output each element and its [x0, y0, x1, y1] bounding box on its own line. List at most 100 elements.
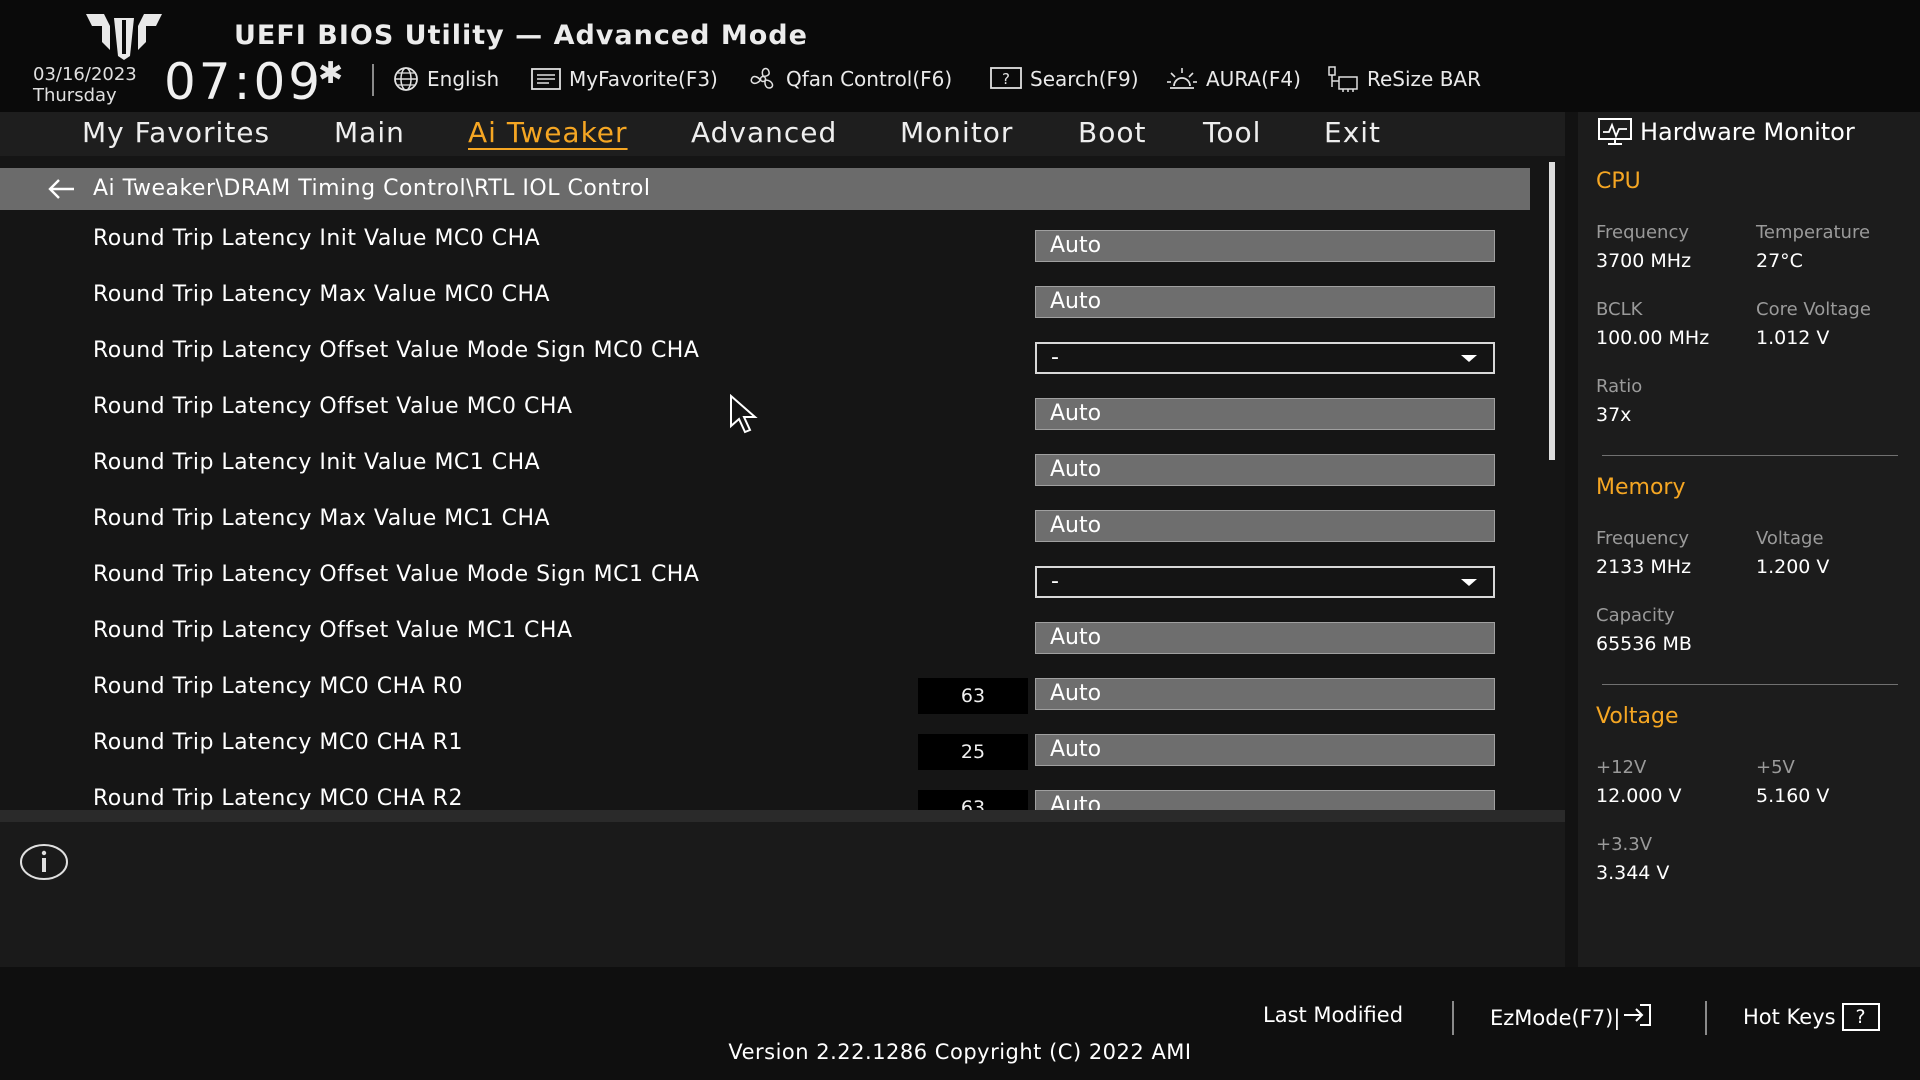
qfan-control-button[interactable]: Qfan Control(F6) — [748, 64, 952, 94]
current-value-display: 25 — [918, 734, 1028, 770]
back-arrow-icon[interactable] — [46, 176, 76, 202]
memory-capacity-label: Capacity — [1596, 605, 1675, 626]
resize-bar-label: ReSize BAR — [1367, 67, 1482, 91]
v33-value: 3.344 V — [1596, 862, 1670, 884]
setting-row[interactable]: Round Trip Latency Max Value MC0 CHA Aut… — [0, 282, 1540, 338]
v12-value: 12.000 V — [1596, 785, 1682, 807]
setting-value-field[interactable]: Auto — [1035, 678, 1495, 710]
tab-main[interactable]: Main — [334, 116, 405, 149]
setting-row[interactable]: Round Trip Latency Init Value MC1 CHA Au… — [0, 450, 1540, 506]
setting-value-field[interactable]: Auto — [1035, 734, 1495, 766]
memory-capacity-value: 65536 MB — [1596, 633, 1692, 655]
hardware-monitor-header: Hardware Monitor — [1598, 118, 1855, 146]
memory-frequency-value: 2133 MHz — [1596, 556, 1692, 578]
last-modified-button[interactable]: Last Modified — [1263, 1003, 1403, 1027]
memory-voltage-label: Voltage — [1756, 528, 1824, 549]
ratio-value: 37x — [1596, 404, 1632, 426]
setting-label: Round Trip Latency MC0 CHA R1 — [93, 730, 463, 755]
hot-keys-label: Hot Keys — [1743, 1005, 1836, 1029]
cpu-temperature-label: Temperature — [1756, 222, 1871, 243]
version-text: Version 2.22.1286 Copyright (C) 2022 AMI — [728, 1040, 1192, 1064]
setting-value-field[interactable]: Auto — [1035, 790, 1495, 810]
tab-boot[interactable]: Boot — [1078, 116, 1146, 149]
tab-tool[interactable]: Tool — [1203, 116, 1261, 149]
tab-exit[interactable]: Exit — [1324, 116, 1381, 149]
tuf-logo-icon — [86, 14, 162, 60]
memory-voltage-value: 1.200 V — [1756, 556, 1830, 578]
section-divider — [1602, 455, 1898, 456]
setting-label: Round Trip Latency Max Value MC0 CHA — [93, 282, 551, 307]
tab-my-favorites[interactable]: My Favorites — [82, 116, 270, 149]
scrollbar[interactable] — [1549, 162, 1555, 460]
setting-label: Round Trip Latency Offset Value MC1 CHA — [93, 618, 573, 643]
setting-value-field[interactable]: Auto — [1035, 454, 1495, 486]
setting-row[interactable]: Round Trip Latency MC0 CHA R2 63 Auto — [0, 786, 1540, 810]
setting-dropdown[interactable]: - — [1035, 342, 1495, 374]
setting-label: Round Trip Latency Offset Value Mode Sig… — [93, 338, 700, 363]
memory-section-title: Memory — [1596, 475, 1686, 500]
tab-advanced[interactable]: Advanced — [691, 116, 837, 149]
search-label: Search(F9) — [1030, 67, 1139, 91]
hardware-monitor-panel: Hardware Monitor CPU Frequency 3700 MHz … — [1578, 112, 1920, 967]
settings-panel: Ai Tweaker\DRAM Timing Control\RTL IOL C… — [0, 156, 1565, 810]
breadcrumb-bar[interactable]: Ai Tweaker\DRAM Timing Control\RTL IOL C… — [0, 168, 1530, 210]
bclk-value: 100.00 MHz — [1596, 327, 1710, 349]
cpu-frequency-value: 3700 MHz — [1596, 250, 1692, 272]
exit-arrow-icon — [1622, 1003, 1652, 1032]
setting-label: Round Trip Latency Max Value MC1 CHA — [93, 506, 551, 531]
setting-label: Round Trip Latency Offset Value MC0 CHA — [93, 394, 573, 419]
setting-row[interactable]: Round Trip Latency Max Value MC1 CHA Aut… — [0, 506, 1540, 562]
setting-row[interactable]: Round Trip Latency Offset Value MC0 CHA … — [0, 394, 1540, 450]
setting-row[interactable]: Round Trip Latency Offset Value Mode Sig… — [0, 338, 1540, 394]
info-icon — [20, 844, 68, 880]
footer-divider — [1705, 1001, 1707, 1035]
setting-row[interactable]: Round Trip Latency Offset Value MC1 CHA … — [0, 618, 1540, 674]
caret-down-icon — [1461, 579, 1477, 586]
search-button[interactable]: ? Search(F9) — [990, 64, 1139, 94]
dropdown-value: - — [1051, 569, 1059, 594]
footer: Last Modified EzMode(F7)| Hot Keys ? Ver… — [0, 967, 1920, 1080]
aura-button[interactable]: AURA(F4) — [1166, 64, 1301, 94]
setting-row[interactable]: Round Trip Latency MC0 CHA R0 63 Auto — [0, 674, 1540, 730]
setting-label: Round Trip Latency MC0 CHA R0 — [93, 674, 463, 699]
current-value-display: 63 — [918, 790, 1028, 810]
ezmode-button[interactable]: EzMode(F7)| — [1490, 1003, 1652, 1032]
tab-ai-tweaker[interactable]: Ai Tweaker — [468, 116, 628, 149]
resize-bar-icon — [1327, 65, 1359, 93]
help-key-icon: ? — [1841, 1003, 1880, 1031]
help-info-panel — [0, 822, 1565, 967]
v5-value: 5.160 V — [1756, 785, 1830, 807]
setting-value-field[interactable]: Auto — [1035, 398, 1495, 430]
help-search-icon: ? — [990, 67, 1022, 91]
setting-value-field[interactable]: Auto — [1035, 510, 1495, 542]
v12-label: +12V — [1596, 757, 1647, 778]
info-divider — [0, 810, 1565, 822]
current-value-display: 63 — [918, 678, 1028, 714]
myfavorite-button[interactable]: MyFavorite(F3) — [531, 64, 718, 94]
setting-dropdown[interactable]: - — [1035, 566, 1495, 598]
ezmode-label: EzMode(F7)| — [1490, 1005, 1621, 1030]
setting-row[interactable]: Round Trip Latency Offset Value Mode Sig… — [0, 562, 1540, 618]
language-button[interactable]: English — [393, 64, 499, 94]
core-voltage-value: 1.012 V — [1756, 327, 1830, 349]
setting-row[interactable]: Round Trip Latency MC0 CHA R1 25 Auto — [0, 730, 1540, 786]
cpu-temperature-value: 27°C — [1756, 250, 1803, 272]
resize-bar-button[interactable]: ReSize BAR — [1327, 64, 1481, 94]
cpu-section-title: CPU — [1596, 169, 1641, 194]
memory-frequency-label: Frequency — [1596, 528, 1689, 549]
gear-icon[interactable]: ✱ — [318, 56, 343, 91]
favorite-list-icon — [531, 68, 561, 90]
hot-keys-button[interactable]: Hot Keys ? — [1743, 1003, 1880, 1031]
setting-row[interactable]: Round Trip Latency Init Value MC0 CHA Au… — [0, 226, 1540, 282]
setting-value-field[interactable]: Auto — [1035, 622, 1495, 654]
clock-display: 07:09 — [164, 53, 324, 111]
tab-monitor[interactable]: Monitor — [900, 116, 1013, 149]
core-voltage-label: Core Voltage — [1756, 299, 1871, 320]
setting-value-field[interactable]: Auto — [1035, 286, 1495, 318]
globe-icon — [393, 66, 419, 92]
weekday-display: Thursday — [33, 85, 117, 106]
mouse-cursor-icon — [730, 394, 758, 434]
setting-value-field[interactable]: Auto — [1035, 230, 1495, 262]
fan-icon — [748, 66, 778, 92]
aura-label: AURA(F4) — [1206, 67, 1301, 91]
